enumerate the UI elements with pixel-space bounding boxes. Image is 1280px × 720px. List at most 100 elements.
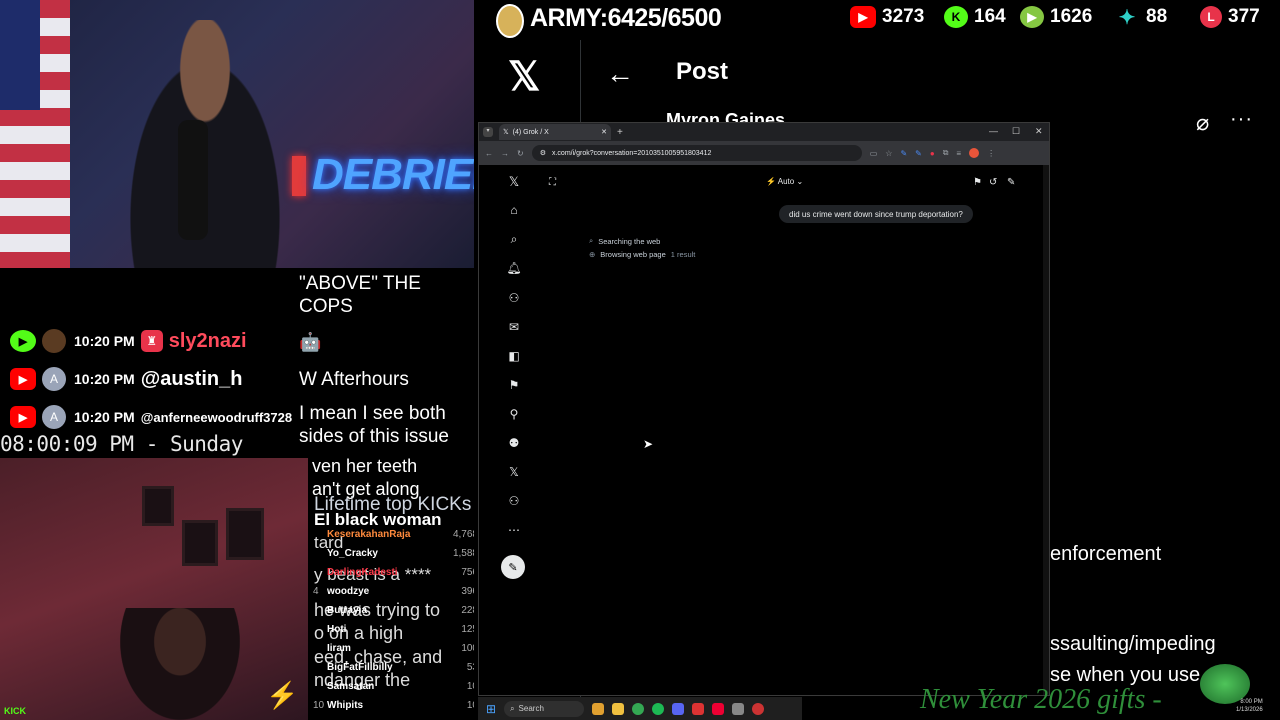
bookmark-icon[interactable]: ⚑	[973, 177, 982, 188]
leaderboard-row: DarlingKadesti756K	[313, 563, 493, 582]
youtube-count: 3273	[882, 6, 925, 27]
menu-icon[interactable]: ⋮	[987, 149, 995, 158]
grok-compose-icon[interactable]: ✎	[501, 555, 525, 579]
communities-icon[interactable]: ⚉	[503, 432, 525, 454]
rank: 10	[313, 700, 325, 711]
avatar	[42, 329, 66, 353]
tab-bar: ▾ 𝕏 (4) Grok / X ✕ + — ☐ ✕	[479, 123, 1049, 141]
microphone	[178, 120, 208, 240]
chat-row: ▶ A 10:20 PM @austin_h	[10, 364, 242, 394]
search-icon[interactable]: ⌕	[503, 228, 525, 250]
leaderboard-value: 10	[466, 681, 478, 692]
leaderboard-value: 756	[461, 567, 478, 578]
maximize-icon[interactable]: ☐	[1012, 126, 1020, 137]
tab-title: (4) Grok / X	[512, 128, 549, 136]
search-icon: ⌕	[510, 703, 515, 713]
cast-icon[interactable]: ▭	[870, 149, 878, 158]
army-badge-icon	[496, 4, 524, 38]
flag-canton	[0, 0, 40, 110]
mode-icon: ⚡	[766, 177, 778, 186]
army-counter: ARMY:6425/6500	[530, 4, 722, 32]
url-text: x.com/i/grok?conversation=20103510059518…	[551, 149, 712, 157]
leaderboard-row: Yo_Cracky1,588K	[313, 544, 493, 563]
taskbar-search[interactable]: ⌕ Search	[504, 700, 585, 717]
app-icon[interactable]	[592, 702, 605, 715]
search-step[interactable]: ⊕ Browsing web page 1 result	[589, 250, 695, 259]
system-time: 8:00 PM	[1240, 699, 1263, 705]
new-tab-icon[interactable]: +	[617, 127, 623, 138]
tab-search-icon[interactable]: ▾	[483, 127, 493, 137]
kick-stat: K 164	[944, 6, 1006, 28]
mode-selector[interactable]: ⚡ Auto ⌄	[766, 177, 803, 186]
extensions-puzzle-icon[interactable]: ⧉	[943, 148, 949, 158]
chrome-icon[interactable]	[632, 702, 645, 715]
profile-icon[interactable]: ⚇	[503, 490, 525, 512]
browser-window: ▾ 𝕏 (4) Grok / X ✕ + — ☐ ✕ ← → ↻ ⚙ x.com…	[478, 122, 1050, 696]
leaderboard-name: KeserakahanRaja	[327, 529, 411, 540]
browser-tab[interactable]: 𝕏 (4) Grok / X ✕	[499, 124, 611, 140]
grok-icon[interactable]: ⌀	[1196, 110, 1209, 136]
premium-icon[interactable]: 𝕏	[503, 461, 525, 483]
url-input[interactable]: ⚙ x.com/i/grok?conversation=201035100595…	[531, 145, 862, 161]
expand-icon[interactable]: ⛶	[549, 177, 556, 188]
more-icon[interactable]: ···	[1230, 108, 1253, 131]
extension-icon[interactable]: ●	[930, 149, 935, 158]
app-icon[interactable]	[732, 702, 745, 715]
chat-time: 10:20 PM	[74, 333, 135, 349]
windows-start-icon[interactable]: ⊞	[486, 702, 496, 716]
history-icon[interactable]: ↺	[989, 177, 997, 188]
extension-icon[interactable]: ✎	[900, 149, 907, 158]
spotify-icon[interactable]	[652, 702, 665, 715]
youtube-icon: ▶	[10, 368, 36, 390]
home-icon[interactable]: ⌂	[503, 199, 525, 221]
more-icon[interactable]: ⋯	[503, 519, 525, 541]
messages-icon[interactable]: ✉	[503, 316, 525, 338]
app-icon[interactable]	[752, 702, 765, 715]
chat-time: 10:20 PM	[74, 409, 135, 425]
back-arrow-icon[interactable]: ←	[606, 58, 634, 90]
leaderboard-row: 10Whipits10K	[313, 696, 493, 715]
l-count: 377	[1228, 6, 1260, 27]
l-stat: L 377	[1200, 6, 1260, 28]
wall-frame	[226, 508, 264, 560]
extension-icon[interactable]: ✎	[915, 149, 922, 158]
x-logo-icon[interactable]: 𝕏	[508, 54, 540, 100]
jobs-icon[interactable]: ⚲	[503, 403, 525, 425]
x-favicon-icon: 𝕏	[503, 129, 509, 136]
leaderboard-name: woodzye	[327, 586, 370, 597]
follow-icon[interactable]: ⚇	[503, 287, 525, 309]
app-icon[interactable]	[712, 702, 725, 715]
chat-time: 10:20 PM	[74, 371, 135, 387]
app-icon[interactable]	[692, 702, 705, 715]
media-icon[interactable]: ≡	[956, 149, 961, 158]
kick-count: 164	[974, 6, 1006, 27]
post-text: ssaulting/impeding	[1050, 633, 1216, 655]
grok-icon[interactable]: ◧	[503, 345, 525, 367]
folder-icon[interactable]	[612, 702, 625, 715]
chat-row: ▶ 10:20 PM ♜ sly2nazi	[10, 326, 247, 356]
rumble-icon: ▶	[1020, 6, 1044, 28]
badge-icon: ♜	[140, 330, 163, 352]
forward-icon[interactable]: →	[501, 149, 509, 158]
reload-icon[interactable]: ↻	[517, 149, 524, 158]
l-icon: L	[1200, 6, 1222, 28]
x-logo-icon[interactable]: 𝕏	[503, 171, 525, 193]
bookmarks-icon[interactable]: ⚑	[503, 374, 525, 396]
rank: 4	[313, 586, 319, 597]
bookmark-star-icon[interactable]: ☆	[885, 149, 892, 158]
scrollbar[interactable]	[1043, 165, 1049, 695]
search-step[interactable]: ⌕ Searching the web	[589, 236, 660, 246]
minimize-icon[interactable]: —	[989, 126, 998, 136]
discord-icon[interactable]	[672, 702, 685, 715]
youtube-icon: ▶	[850, 6, 876, 28]
close-tab-icon[interactable]: ✕	[601, 128, 607, 136]
new-chat-icon[interactable]: ✎	[1007, 177, 1015, 188]
site-info-icon[interactable]: ⚙	[540, 149, 546, 157]
close-window-icon[interactable]: ✕	[1035, 126, 1043, 137]
rumble-icon: ▶	[10, 330, 36, 352]
leaderboard-row: Hoti125K	[313, 620, 493, 639]
notifications-icon[interactable]: 🔔︎	[503, 257, 525, 279]
new-year-banner: New Year 2026 gifts -	[920, 684, 1162, 715]
back-icon[interactable]: ←	[485, 149, 493, 158]
profile-avatar[interactable]	[969, 148, 980, 158]
